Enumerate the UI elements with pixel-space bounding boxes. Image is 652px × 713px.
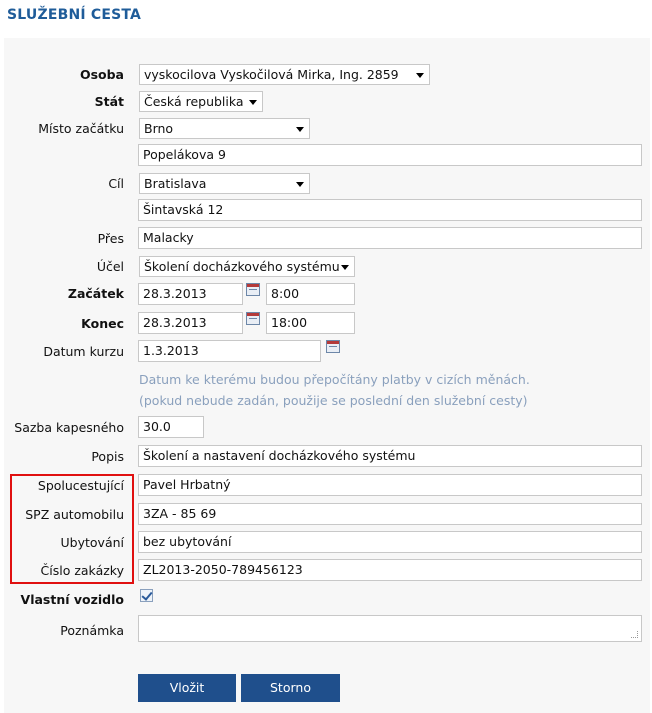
poznamka-textarea[interactable]: [138, 615, 642, 642]
ucel-label: Účel: [96, 259, 124, 274]
popis-input[interactable]: Školení a nastavení docházkového systému: [138, 445, 642, 467]
zacatek-label: Začátek: [67, 286, 124, 301]
zacatek-time-input[interactable]: 8:00: [266, 283, 355, 305]
zacatek-date-input[interactable]: 28.3.2013: [138, 283, 243, 305]
spolucestujici-label: Spolucestující: [37, 478, 124, 493]
ucel-select[interactable]: Školení docházkového systému: [139, 256, 355, 277]
page-title: SLUŽEBNÍ CESTA: [7, 7, 142, 23]
sazba-kapesneho-label: Sazba kapesného: [14, 420, 124, 435]
vlastni-vozidlo-label: Vlastní vozidlo: [20, 592, 124, 607]
osoba-label: Osoba: [79, 67, 124, 82]
pres-label: Přes: [97, 231, 124, 246]
datum-kurzu-input[interactable]: 1.3.2013: [138, 340, 321, 362]
konec-date-input[interactable]: 28.3.2013: [138, 312, 243, 334]
pres-input[interactable]: Malacky: [138, 227, 642, 249]
stat-value: Česká republika: [144, 94, 244, 109]
popis-label: Popis: [91, 449, 124, 464]
misto-zacatku-label: Místo začátku: [38, 121, 124, 136]
misto-zacatku-select[interactable]: Brno: [139, 118, 310, 139]
chevron-down-icon: [416, 73, 424, 78]
vlastni-vozidlo-checkbox[interactable]: [140, 589, 153, 602]
osoba-value: vyskocilova Vyskočilová Mirka, Ing. 2859: [144, 67, 399, 82]
chevron-down-icon: [249, 100, 257, 105]
datum-kurzu-hint-line2: (pokud nebude zadán, použije se poslední…: [139, 393, 528, 408]
konec-time-input[interactable]: 18:00: [266, 312, 355, 334]
poznamka-label: Poznámka: [60, 623, 124, 638]
cil-value: Bratislava: [144, 176, 207, 191]
resize-grip-icon[interactable]: [631, 631, 638, 638]
konec-label: Konec: [81, 316, 124, 331]
calendar-icon[interactable]: [246, 312, 260, 325]
ucel-value: Školení docházkového systému: [144, 259, 340, 274]
calendar-icon[interactable]: [246, 283, 260, 296]
osoba-select[interactable]: vyskocilova Vyskočilová Mirka, Ing. 2859: [139, 64, 430, 85]
cil-address-input[interactable]: Šintavská 12: [138, 199, 642, 221]
stat-label: Stát: [94, 94, 124, 109]
ubytovani-input[interactable]: bez ubytování: [138, 531, 642, 553]
chevron-down-icon: [341, 265, 349, 270]
chevron-down-icon: [296, 127, 304, 132]
submit-button[interactable]: Vložit: [138, 674, 236, 702]
calendar-icon[interactable]: [326, 340, 340, 353]
misto-zacatku-value: Brno: [144, 121, 174, 136]
cil-select[interactable]: Bratislava: [139, 173, 310, 194]
misto-zacatku-address-input[interactable]: Popelákova 9: [138, 144, 642, 166]
datum-kurzu-hint-line1: Datum ke kterému budou přepočítány platb…: [139, 372, 530, 387]
cislo-zakazky-label: Číslo zakázky: [40, 563, 124, 578]
spz-automobilu-input[interactable]: 3ZA - 85 69: [138, 503, 642, 525]
cancel-button[interactable]: Storno: [241, 674, 340, 702]
cil-label: Cíl: [108, 176, 124, 191]
datum-kurzu-label: Datum kurzu: [43, 344, 124, 359]
stat-select[interactable]: Česká republika: [139, 91, 263, 112]
sazba-kapesneho-input[interactable]: 30.0: [138, 416, 204, 438]
ubytovani-label: Ubytování: [60, 535, 124, 550]
spz-automobilu-label: SPZ automobilu: [25, 507, 124, 522]
spolucestujici-input[interactable]: Pavel Hrbatný: [138, 474, 642, 496]
cislo-zakazky-input[interactable]: ZL2013-2050-789456123: [138, 559, 642, 581]
chevron-down-icon: [296, 182, 304, 187]
